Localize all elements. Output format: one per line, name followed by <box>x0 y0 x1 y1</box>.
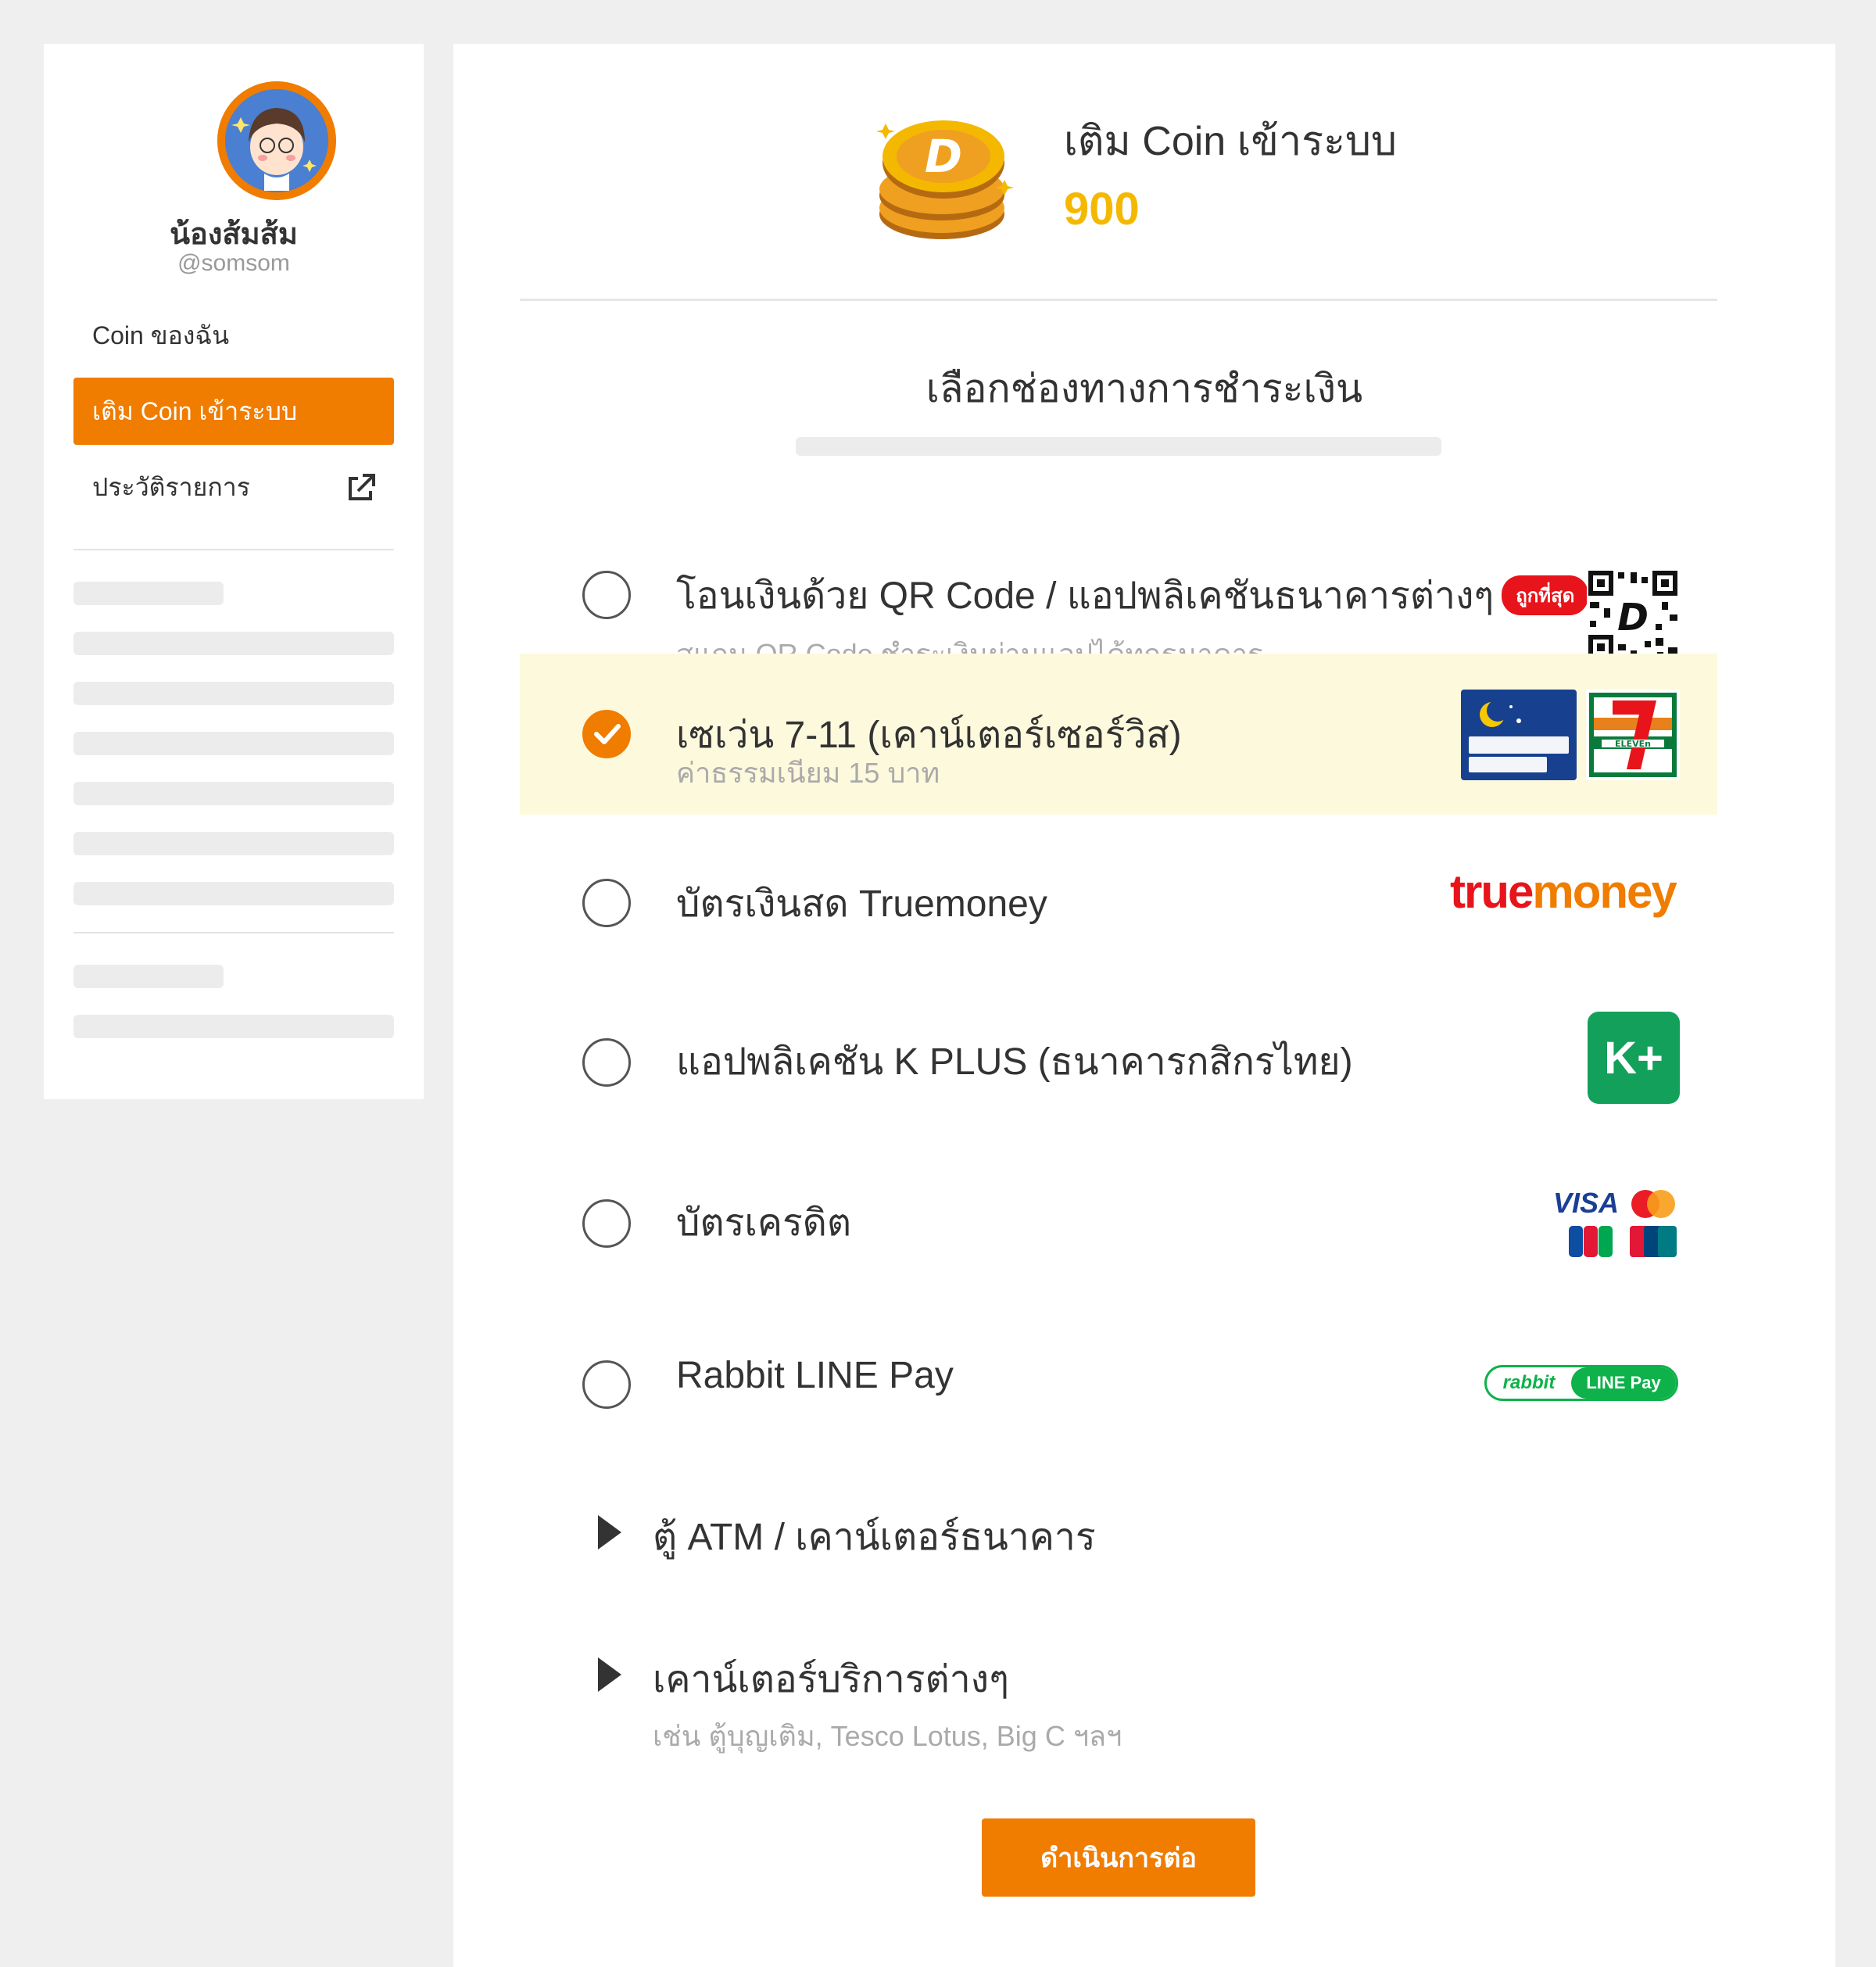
coin-stack-icon: D <box>876 120 1014 239</box>
option-sub: ค่าธรรมเนียม 15 บาท <box>676 757 940 789</box>
payment-option-credit-card[interactable]: บัตรเครดิต VISA <box>520 1132 1717 1293</box>
cheapest-badge: ถูกที่สุด <box>1502 575 1589 615</box>
option-label: แอปพลิเคชัน K PLUS (ธนาคารกสิกรไทย) <box>676 1041 1353 1083</box>
sidebar-item-label: เติม Coin เข้าระบบ <box>92 396 298 425</box>
svg-text:D: D <box>925 130 962 183</box>
sidebar-item-my-coin[interactable]: Coin ของฉัน <box>73 302 394 369</box>
main-panel: D เติม Coin เข้าระบบ 900 เลือกช่องทางการ… <box>453 44 1835 1967</box>
skeleton-line <box>73 965 224 988</box>
option-label-text: โอนเงินด้วย QR Code / แอปพลิเคชันธนาคารต… <box>676 575 1495 617</box>
seven-eleven-logo: ELEVEn <box>1461 690 1680 780</box>
rabbit-line-pay-logo: rabbit LINE Pay <box>1484 1365 1678 1401</box>
jcb-logo <box>1569 1226 1613 1257</box>
radio-button[interactable] <box>582 879 631 927</box>
sidebar-item-label: Coin ของฉัน <box>92 321 230 349</box>
svg-text:ELEVEn: ELEVEn <box>1615 739 1651 749</box>
sidebar-divider <box>73 932 394 933</box>
expand-triangle-icon <box>598 1657 621 1692</box>
truemoney-logo-money: money <box>1532 865 1677 918</box>
avatar[interactable] <box>217 81 336 200</box>
expand-atm-counter[interactable]: ตู้ ATM / เคาน์เตอร์ธนาคาร <box>520 1492 1717 1593</box>
skeleton-line <box>73 732 394 755</box>
skeleton-line <box>73 882 394 905</box>
payment-option-qr[interactable]: โอนเงินด้วย QR Code / แอปพลิเคชันธนาคารต… <box>520 513 1717 670</box>
radio-button[interactable] <box>582 1038 631 1087</box>
avatar-image <box>217 81 336 200</box>
sidebar-item-label: ประวัติรายการ <box>92 472 250 501</box>
skeleton-line <box>73 782 394 805</box>
expand-service-counters[interactable]: เคาน์เตอร์บริการต่างๆ เช่น ตู้บุญเติม, T… <box>520 1634 1717 1775</box>
sidebar: น้องส้มส้ม @somsom Coin ของฉัน เติม Coin… <box>44 44 424 1099</box>
option-label: บัตรเงินสด Truemoney <box>676 883 1047 925</box>
topup-amount: 900 <box>1064 184 1140 235</box>
line-pay-logo-text: LINE Pay <box>1571 1367 1676 1399</box>
skeleton-line <box>796 437 1441 456</box>
credit-card-logos: VISA <box>1553 1187 1678 1265</box>
skeleton-line <box>73 582 224 605</box>
payment-section-title: เลือกช่องทางการชำระเงิน <box>925 367 1363 410</box>
skeleton-line <box>73 832 394 855</box>
payment-option-seven-eleven[interactable]: เซเว่น 7-11 (เคาน์เตอร์เซอร์วิส) ค่าธรรม… <box>520 654 1717 815</box>
sidebar-item-topup[interactable]: เติม Coin เข้าระบบ <box>73 378 394 445</box>
skeleton-line <box>73 632 394 655</box>
sidebar-item-history[interactable]: ประวัติรายการ <box>73 453 394 521</box>
sidebar-divider <box>73 549 394 550</box>
topup-title: เติม Coin เข้าระบบ <box>1064 119 1398 164</box>
radio-button[interactable] <box>582 1199 631 1248</box>
option-label: โอนเงินด้วย QR Code / แอปพลิเคชันธนาคารต… <box>676 566 1589 625</box>
expand-sub: เช่น ตู้บุญเติม, Tesco Lotus, Big C ฯลฯ <box>653 1720 1122 1752</box>
rabbit-logo-text: rabbit <box>1502 1372 1556 1393</box>
truemoney-logo: truemoney <box>1450 865 1677 919</box>
continue-button[interactable]: ดำเนินการต่อ <box>982 1818 1255 1897</box>
header-divider <box>520 299 1717 301</box>
radio-button-checked[interactable] <box>582 710 631 758</box>
payment-option-kplus[interactable]: แอปพลิเคชัน K PLUS (ธนาคารกสิกรไทย) K+ <box>520 971 1717 1132</box>
payment-option-truemoney[interactable]: บัตรเงินสด Truemoney truemoney <box>520 815 1717 971</box>
radio-button[interactable] <box>582 1360 631 1409</box>
skeleton-line <box>73 1015 394 1038</box>
expand-label: ตู้ ATM / เคาน์เตอร์ธนาคาร <box>653 1517 1096 1558</box>
radio-button[interactable] <box>582 571 631 619</box>
qr-code-icon: D <box>1587 569 1679 661</box>
visa-logo: VISA <box>1553 1187 1620 1219</box>
mastercard-logo <box>1631 1190 1675 1218</box>
check-icon <box>594 724 621 744</box>
payment-option-rabbit-line-pay[interactable]: Rabbit LINE Pay rabbit LINE Pay <box>520 1293 1717 1454</box>
kplus-logo: K+ <box>1588 1012 1680 1104</box>
expand-label: เคาน์เตอร์บริการต่างๆ <box>653 1659 1009 1700</box>
option-label: บัตรเครดิต <box>676 1202 852 1244</box>
truemoney-logo-true: true <box>1450 865 1534 918</box>
skeleton-line <box>73 682 394 705</box>
unionpay-logo <box>1630 1226 1677 1257</box>
svg-text:D: D <box>1617 596 1649 640</box>
profile-handle: @somsom <box>177 250 290 276</box>
expand-triangle-icon <box>598 1515 621 1550</box>
option-label: Rabbit LINE Pay <box>676 1355 954 1396</box>
external-link-icon <box>349 474 375 500</box>
